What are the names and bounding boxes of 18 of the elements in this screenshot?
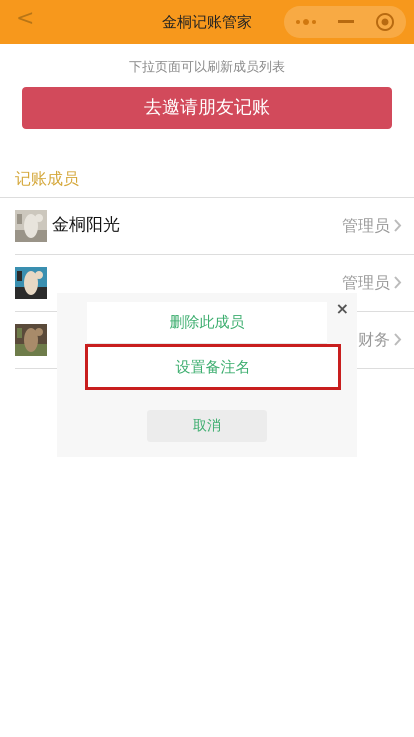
member-role: 管理员 [342,272,390,294]
member-role: 管理员 [342,214,390,236]
action-button[interactable]: 设置备注名 [85,344,341,390]
section-title: 记账成员 [0,128,414,198]
chevron-icon [394,276,402,289]
minimize-icon[interactable] [338,20,354,24]
window-title: 金桐记账管家 [162,12,252,33]
more-icon[interactable] [294,18,317,26]
chevron-icon [394,219,402,232]
member-row[interactable]: 金桐阳光 管理员 [15,198,414,254]
member-role: 财务 [358,328,390,350]
action-button[interactable]: 删除此成员 [87,302,327,344]
back-button[interactable]: < [16,8,34,30]
chevron-icon [394,333,402,346]
invite-button[interactable]: 去邀请朋友记账 [22,86,392,128]
hint-text: 下拉页面可以刷新成员列表 [128,59,286,77]
cancel-button[interactable]: 取消 [147,410,267,442]
member-name: 金桐阳光 [52,214,120,237]
